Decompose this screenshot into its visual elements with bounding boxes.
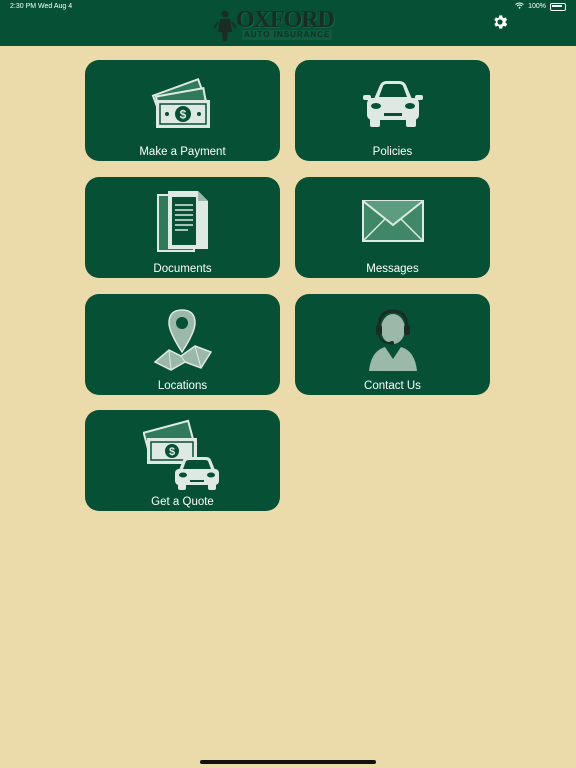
map-pin-icon (85, 298, 280, 380)
tile-label: Policies (372, 146, 413, 158)
quote-cash-car-icon: $ (85, 414, 280, 496)
battery-percent: 100% (528, 3, 546, 10)
envelope-icon (295, 181, 490, 263)
wifi-icon (515, 2, 524, 11)
svg-text:$: $ (179, 108, 186, 122)
app-header: 2:30 PM Wed Aug 4 100% OXFORD AUTO INSUR… (0, 0, 576, 46)
gear-icon (494, 15, 508, 29)
tile-label: Contact Us (364, 380, 421, 392)
tile-contact-us[interactable]: Contact Us (295, 294, 490, 395)
tile-documents[interactable]: Documents (85, 177, 280, 278)
tile-make-a-payment[interactable]: $ Make a Payment (85, 60, 280, 161)
documents-icon (85, 181, 280, 263)
status-indicators: 100% (515, 2, 566, 11)
tile-label: Locations (157, 380, 208, 392)
tile-get-a-quote[interactable]: $ Get a Quote (85, 410, 280, 511)
tile-policies[interactable]: Policies (295, 60, 490, 161)
logo-text-top: OXFORD (236, 7, 335, 33)
tile-label: Documents (153, 263, 212, 275)
oxford-logo: OXFORD AUTO INSURANCE (214, 8, 348, 42)
tile-label: Get a Quote (151, 496, 214, 508)
tile-label: Messages (366, 263, 419, 275)
cash-icon: $ (85, 64, 280, 146)
settings-button[interactable] (489, 11, 511, 33)
home-indicator[interactable] (200, 760, 376, 764)
status-time-date: 2:30 PM Wed Aug 4 (10, 3, 73, 10)
logo-figure-icon (214, 10, 236, 41)
headset-agent-icon (295, 298, 490, 380)
tile-label: Make a Payment (139, 146, 226, 158)
tile-messages[interactable]: Messages (295, 177, 490, 278)
car-icon (295, 64, 490, 146)
svg-text:$: $ (168, 446, 174, 458)
battery-icon (550, 2, 566, 11)
tile-locations[interactable]: Locations (85, 294, 280, 395)
logo-text-bottom: AUTO INSURANCE (242, 30, 333, 40)
